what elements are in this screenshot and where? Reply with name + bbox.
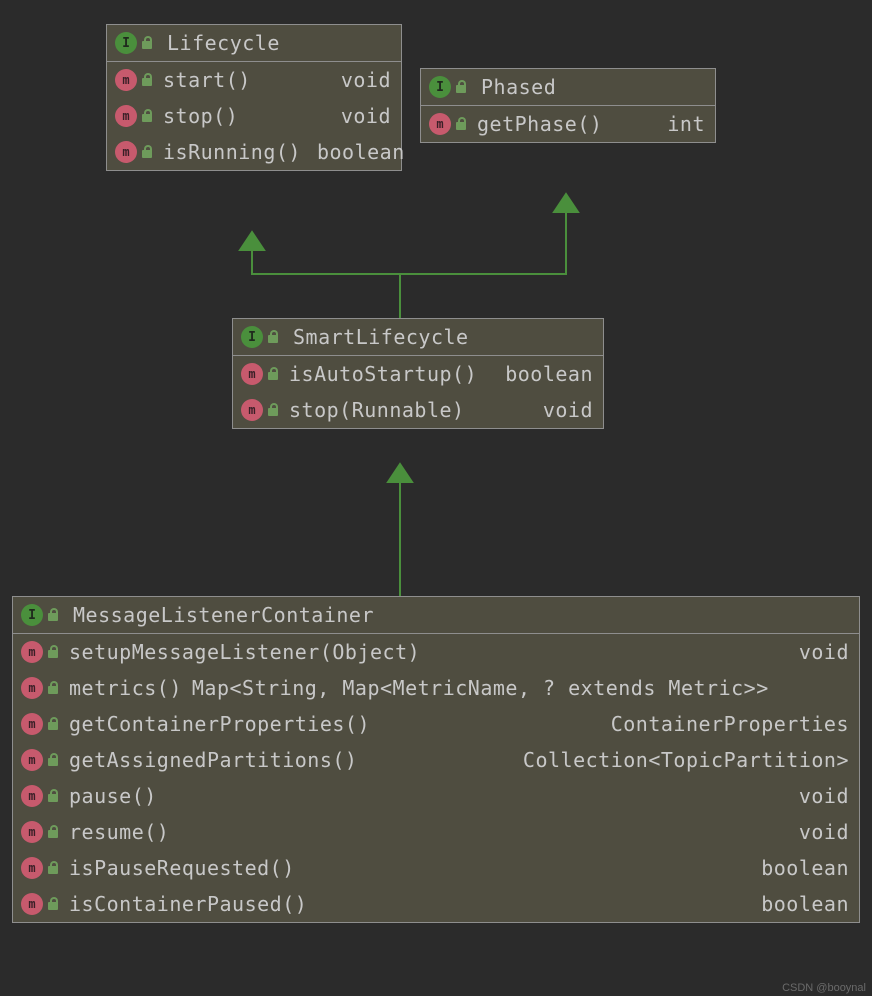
method-row[interactable]: m isRunning() boolean xyxy=(107,134,401,170)
method-row[interactable]: m isPauseRequested() boolean xyxy=(13,850,859,886)
method-return-type: ContainerProperties xyxy=(595,712,849,736)
method-icon: m xyxy=(21,713,43,735)
method-name: isContainerPaused() xyxy=(69,892,307,916)
class-body: m getPhase() int xyxy=(421,106,715,142)
method-return-type: boolean xyxy=(301,140,405,164)
interface-icon: I xyxy=(21,604,43,626)
method-return-type: boolean xyxy=(745,892,849,916)
method-icon: m xyxy=(21,821,43,843)
lock-icon xyxy=(267,403,281,417)
method-row[interactable]: m getPhase() int xyxy=(421,106,715,142)
class-header: I Phased xyxy=(421,69,715,106)
class-name: Lifecycle xyxy=(167,31,280,55)
lock-icon xyxy=(141,36,155,50)
method-return-type: void xyxy=(325,68,391,92)
interface-icon: I xyxy=(241,326,263,348)
method-name: stop(Runnable) xyxy=(289,398,465,422)
method-name: isRunning() xyxy=(163,140,301,164)
method-row[interactable]: m start() void xyxy=(107,62,401,98)
method-row[interactable]: m getAssignedPartitions() Collection<Top… xyxy=(13,742,859,778)
class-name: SmartLifecycle xyxy=(293,325,469,349)
lock-icon xyxy=(141,109,155,123)
method-icon: m xyxy=(21,857,43,879)
lock-icon xyxy=(141,145,155,159)
method-row[interactable]: m metrics() Map<String, Map<MetricName, … xyxy=(13,670,859,706)
method-return-type: boolean xyxy=(489,362,593,386)
method-return-type: Map<String, Map<MetricName, ? extends Me… xyxy=(182,676,769,700)
lock-icon xyxy=(47,753,61,767)
method-icon: m xyxy=(21,785,43,807)
class-box-phased[interactable]: I Phased m getPhase() int xyxy=(420,68,716,143)
class-header: I SmartLifecycle xyxy=(233,319,603,356)
lock-icon xyxy=(47,608,61,622)
method-row[interactable]: m stop(Runnable) void xyxy=(233,392,603,428)
method-icon: m xyxy=(241,363,263,385)
method-return-type: boolean xyxy=(745,856,849,880)
method-row[interactable]: m setupMessageListener(Object) void xyxy=(13,634,859,670)
class-body: m isAutoStartup() boolean m stop(Runnabl… xyxy=(233,356,603,428)
interface-icon: I xyxy=(115,32,137,54)
method-return-type: void xyxy=(783,820,849,844)
method-name: resume() xyxy=(69,820,169,844)
method-name: isPauseRequested() xyxy=(69,856,295,880)
lock-icon xyxy=(47,645,61,659)
method-name: getContainerProperties() xyxy=(69,712,370,736)
method-name: start() xyxy=(163,68,251,92)
method-name: setupMessageListener(Object) xyxy=(69,640,420,664)
method-icon: m xyxy=(429,113,451,135)
lock-icon xyxy=(47,825,61,839)
method-row[interactable]: m resume() void xyxy=(13,814,859,850)
method-icon: m xyxy=(21,893,43,915)
class-box-lifecycle[interactable]: I Lifecycle m start() void m stop() void… xyxy=(106,24,402,171)
method-icon: m xyxy=(21,749,43,771)
method-icon: m xyxy=(21,641,43,663)
method-return-type: int xyxy=(651,112,705,136)
class-box-smartlifecycle[interactable]: I SmartLifecycle m isAutoStartup() boole… xyxy=(232,318,604,429)
lock-icon xyxy=(141,73,155,87)
method-icon: m xyxy=(241,399,263,421)
method-return-type: void xyxy=(783,784,849,808)
watermark-text: CSDN @booynal xyxy=(782,982,866,994)
method-row[interactable]: m stop() void xyxy=(107,98,401,134)
method-name: isAutoStartup() xyxy=(289,362,477,386)
lock-icon xyxy=(47,789,61,803)
lock-icon xyxy=(47,681,61,695)
method-row[interactable]: m getContainerProperties() ContainerProp… xyxy=(13,706,859,742)
lock-icon xyxy=(455,80,469,94)
class-name: Phased xyxy=(481,75,556,99)
method-return-type: void xyxy=(325,104,391,128)
lock-icon xyxy=(47,717,61,731)
method-icon: m xyxy=(115,69,137,91)
class-box-messagelistenercontainer[interactable]: I MessageListenerContainer m setupMessag… xyxy=(12,596,860,923)
method-icon: m xyxy=(115,141,137,163)
class-body: m start() void m stop() void m isRunning… xyxy=(107,62,401,170)
method-row[interactable]: m isContainerPaused() boolean xyxy=(13,886,859,922)
lock-icon xyxy=(47,897,61,911)
method-name: stop() xyxy=(163,104,238,128)
method-return-type: Collection<TopicPartition> xyxy=(507,748,849,772)
lock-icon xyxy=(267,330,281,344)
class-header: I MessageListenerContainer xyxy=(13,597,859,634)
diagram-canvas: I Lifecycle m start() void m stop() void… xyxy=(0,0,872,996)
lock-icon xyxy=(455,117,469,131)
method-name: pause() xyxy=(69,784,157,808)
method-name: getPhase() xyxy=(477,112,602,136)
interface-icon: I xyxy=(429,76,451,98)
method-return-type: void xyxy=(527,398,593,422)
method-icon: m xyxy=(21,677,43,699)
class-body: m setupMessageListener(Object) void m me… xyxy=(13,634,859,922)
class-header: I Lifecycle xyxy=(107,25,401,62)
method-row[interactable]: m isAutoStartup() boolean xyxy=(233,356,603,392)
method-return-type: void xyxy=(783,640,849,664)
method-name: getAssignedPartitions() xyxy=(69,748,357,772)
method-icon: m xyxy=(115,105,137,127)
lock-icon xyxy=(267,367,281,381)
method-name: metrics() xyxy=(69,676,182,700)
method-row[interactable]: m pause() void xyxy=(13,778,859,814)
class-name: MessageListenerContainer xyxy=(73,603,374,627)
lock-icon xyxy=(47,861,61,875)
